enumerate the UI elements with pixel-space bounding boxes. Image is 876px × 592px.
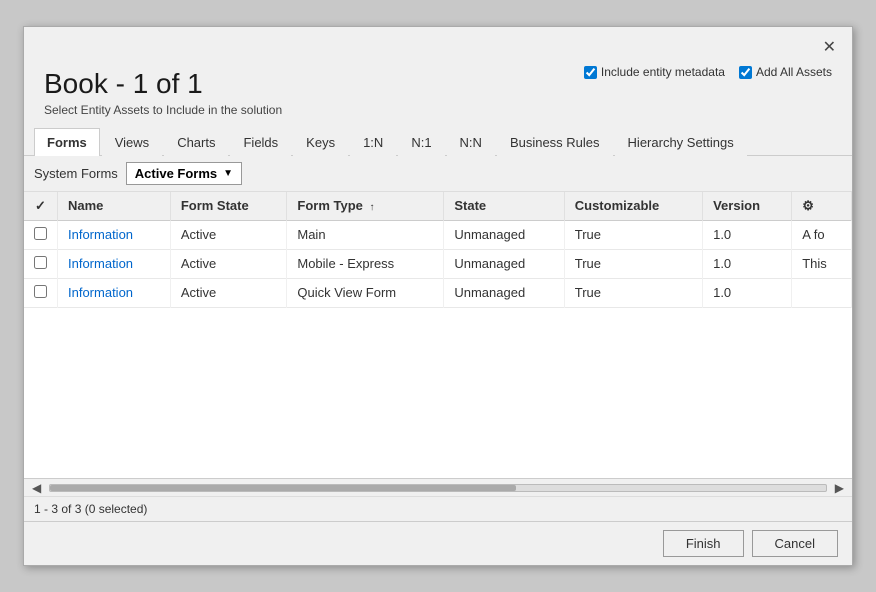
row-name[interactable]: Information <box>58 220 171 249</box>
col-form-state[interactable]: Form State <box>170 192 287 221</box>
row-form-type: Main <box>287 220 444 249</box>
dialog: ✕ Book - 1 of 1 Select Entity Assets to … <box>23 26 853 566</box>
data-table-wrapper: ✓ Name Form State Form Type ↑ State Cust… <box>24 192 852 478</box>
tab-n1[interactable]: N:1 <box>398 128 444 156</box>
row-form-state: Active <box>170 278 287 307</box>
tab-views[interactable]: Views <box>102 128 162 156</box>
row-form-type: Mobile - Express <box>287 249 444 278</box>
row-form-state: Active <box>170 249 287 278</box>
col-check[interactable]: ✓ <box>24 192 58 221</box>
row-checkbox[interactable] <box>34 256 47 269</box>
col-version[interactable]: Version <box>703 192 792 221</box>
finish-button[interactable]: Finish <box>663 530 744 557</box>
row-name[interactable]: Information <box>58 249 171 278</box>
col-name[interactable]: Name <box>58 192 171 221</box>
tab-1n[interactable]: 1:N <box>350 128 396 156</box>
status-text: 1 - 3 of 3 (0 selected) <box>34 502 147 516</box>
row-name[interactable]: Information <box>58 278 171 307</box>
table-row: InformationActiveQuick View FormUnmanage… <box>24 278 852 307</box>
chevron-down-icon: ▼ <box>223 168 233 179</box>
dialog-footer: Finish Cancel <box>24 521 852 565</box>
status-bar: 1 - 3 of 3 (0 selected) <box>24 496 852 521</box>
scrollbar-thumb <box>50 485 515 491</box>
add-all-assets-checkbox[interactable] <box>739 66 752 79</box>
row-checkbox-cell[interactable] <box>24 220 58 249</box>
row-state: Unmanaged <box>444 278 564 307</box>
header-checkboxes: Include entity metadata Add All Assets <box>584 65 832 79</box>
horizontal-scrollbar[interactable]: ◀ ▶ <box>24 478 852 496</box>
col-form-type[interactable]: Form Type ↑ <box>287 192 444 221</box>
tab-forms[interactable]: Forms <box>34 128 100 156</box>
dialog-header: Book - 1 of 1 Select Entity Assets to In… <box>24 63 852 127</box>
row-extra <box>792 278 852 307</box>
title-bar: ✕ <box>24 27 852 63</box>
col-state[interactable]: State <box>444 192 564 221</box>
scroll-right-icon[interactable]: ▶ <box>831 481 848 495</box>
table-body: InformationActiveMainUnmanagedTrue1.0A f… <box>24 220 852 307</box>
tab-fields[interactable]: Fields <box>230 128 291 156</box>
tab-keys[interactable]: Keys <box>293 128 348 156</box>
close-button[interactable]: ✕ <box>817 35 842 59</box>
tab-hierarchy-settings[interactable]: Hierarchy Settings <box>615 128 747 156</box>
subfilter-bar: System Forms Active Forms ▼ <box>24 156 852 192</box>
col-customizable[interactable]: Customizable <box>564 192 702 221</box>
include-metadata-checkbox[interactable] <box>584 66 597 79</box>
row-checkbox-cell[interactable] <box>24 249 58 278</box>
row-customizable: True <box>564 249 702 278</box>
tab-charts[interactable]: Charts <box>164 128 228 156</box>
add-all-assets-label[interactable]: Add All Assets <box>739 65 832 79</box>
scroll-left-icon[interactable]: ◀ <box>28 481 45 495</box>
sort-icon: ↑ <box>369 202 374 213</box>
row-state: Unmanaged <box>444 249 564 278</box>
row-checkbox[interactable] <box>34 285 47 298</box>
dialog-subtitle: Select Entity Assets to Include in the s… <box>44 103 832 117</box>
active-forms-dropdown[interactable]: Active Forms ▼ <box>126 162 242 185</box>
row-form-state: Active <box>170 220 287 249</box>
scrollbar-track[interactable] <box>49 484 827 492</box>
row-checkbox-cell[interactable] <box>24 278 58 307</box>
row-customizable: True <box>564 278 702 307</box>
table-row: InformationActiveMobile - ExpressUnmanag… <box>24 249 852 278</box>
row-customizable: True <box>564 220 702 249</box>
row-version: 1.0 <box>703 220 792 249</box>
col-extra[interactable]: ⚙ <box>792 192 852 221</box>
row-state: Unmanaged <box>444 220 564 249</box>
cancel-button[interactable]: Cancel <box>752 530 838 557</box>
row-version: 1.0 <box>703 249 792 278</box>
tab-business-rules[interactable]: Business Rules <box>497 128 613 156</box>
data-table: ✓ Name Form State Form Type ↑ State Cust… <box>24 192 852 308</box>
tab-nn[interactable]: N:N <box>447 128 495 156</box>
row-extra: This <box>792 249 852 278</box>
row-form-type: Quick View Form <box>287 278 444 307</box>
table-row: InformationActiveMainUnmanagedTrue1.0A f… <box>24 220 852 249</box>
include-metadata-label[interactable]: Include entity metadata <box>584 65 725 79</box>
row-extra: A fo <box>792 220 852 249</box>
active-forms-label: Active Forms <box>135 166 217 181</box>
subfilter-prefix-label: System Forms <box>34 166 118 181</box>
tabs-bar: Forms Views Charts Fields Keys 1:N N:1 N… <box>24 127 852 156</box>
table-header-row: ✓ Name Form State Form Type ↑ State Cust… <box>24 192 852 221</box>
row-checkbox[interactable] <box>34 227 47 240</box>
row-version: 1.0 <box>703 278 792 307</box>
